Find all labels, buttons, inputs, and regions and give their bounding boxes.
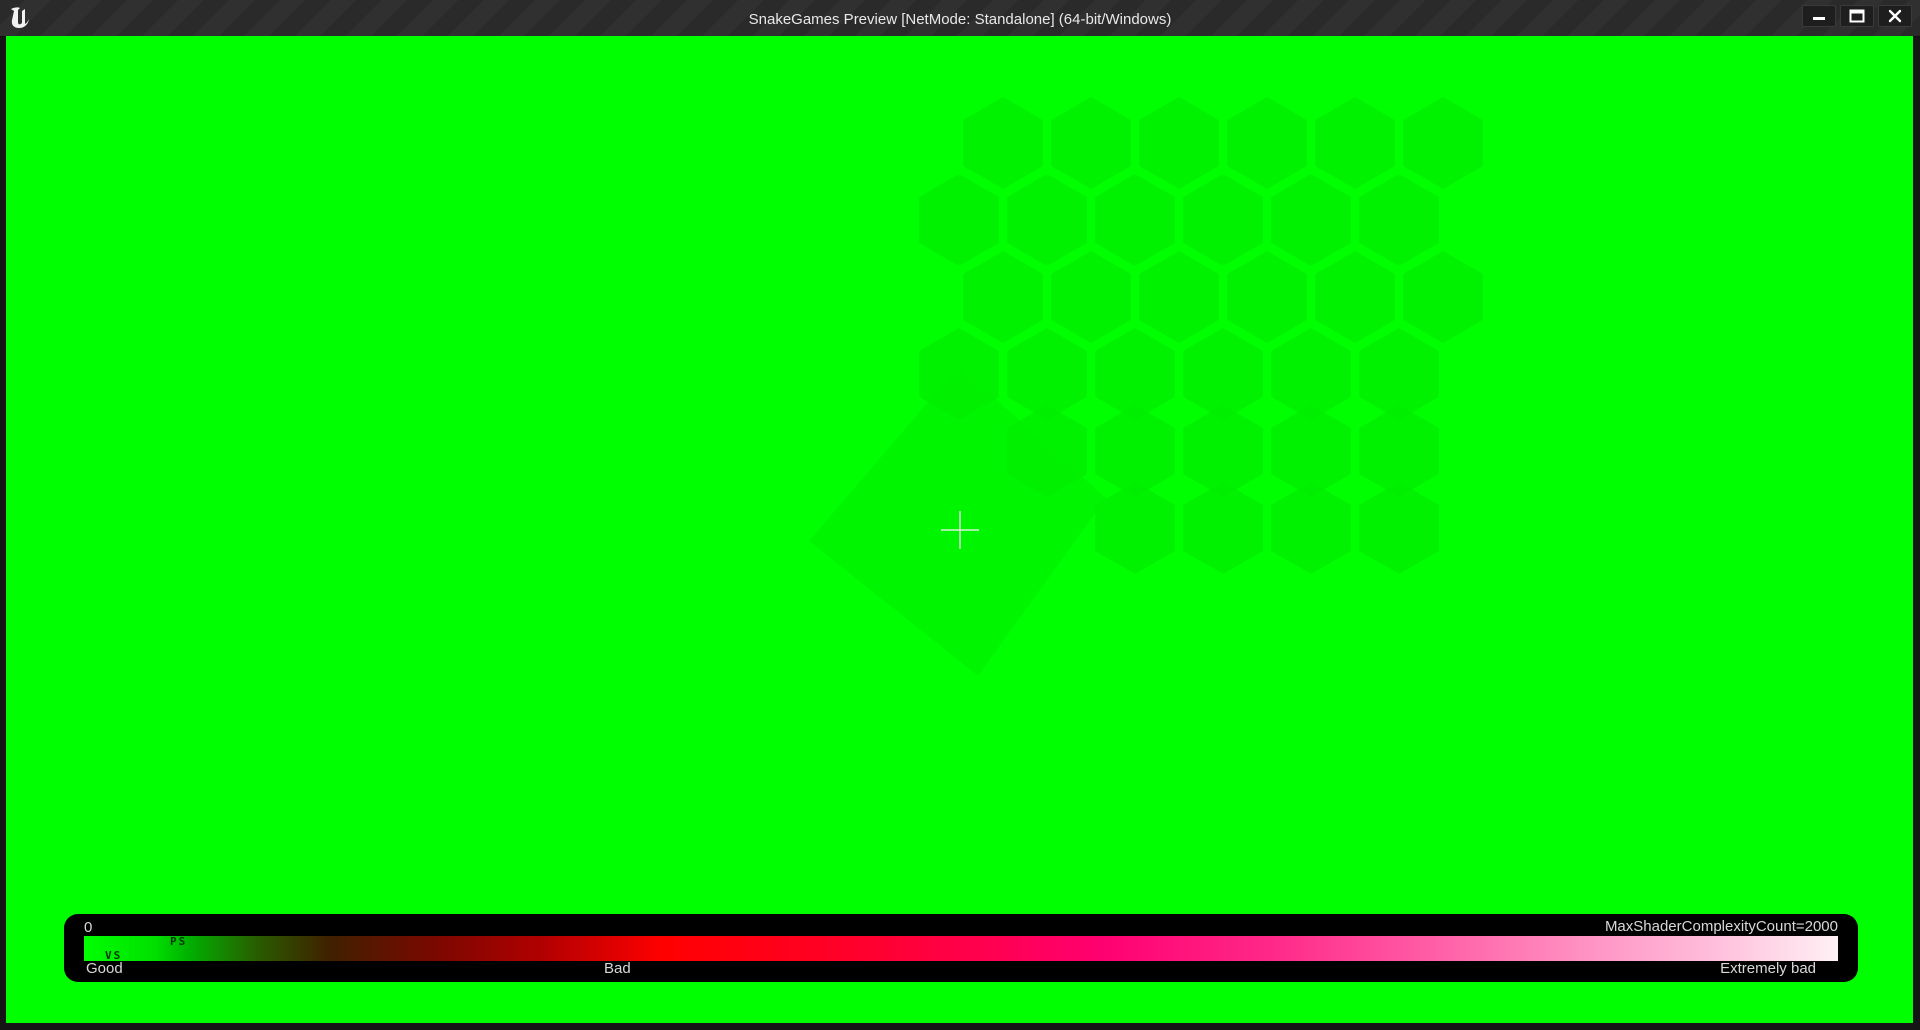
complexity-gradient-bar [84,936,1838,961]
maximize-icon [1849,9,1865,23]
hex-tile [1227,97,1307,189]
unreal-engine-logo-icon [11,7,29,29]
hex-tile [1403,251,1483,343]
legend-label-bad: Bad [604,960,631,977]
hex-tile [1271,482,1351,574]
crosshair-icon [941,511,979,549]
hex-tile [1051,251,1131,343]
hex-tile [1315,97,1395,189]
hex-tile [1051,97,1131,189]
hex-tile [963,97,1043,189]
hex-tile [1007,174,1087,266]
hex-tile [1095,482,1175,574]
hex-tile [1095,174,1175,266]
close-icon [1888,9,1902,23]
legend-min-value: 0 [84,919,93,936]
close-button[interactable] [1878,5,1912,27]
hex-tile [1359,482,1439,574]
hex-tile [1139,97,1219,189]
minimize-button[interactable] [1802,5,1836,27]
window-title: SnakeGames Preview [NetMode: Standalone]… [748,11,1172,28]
game-viewport[interactable]: 0 MaxShaderComplexityCount=2000 PS VS Go… [6,36,1913,1023]
legend-max-label: MaxShaderComplexityCount=2000 [1604,918,1838,935]
hex-tile [1139,251,1219,343]
game-preview-window: SnakeGames Preview [NetMode: Standalone]… [0,0,1920,1030]
legend-label-good: Good [86,960,123,977]
hex-tile [1227,251,1307,343]
hex-tile [1359,174,1439,266]
shader-complexity-legend: 0 MaxShaderComplexityCount=2000 PS VS Go… [64,914,1858,982]
hex-tile [919,174,999,266]
legend-label-extreme: Extremely bad [1720,960,1816,977]
title-bar[interactable]: SnakeGames Preview [NetMode: Standalone]… [0,0,1920,37]
maximize-button[interactable] [1840,5,1874,27]
hex-tile [1315,251,1395,343]
pixel-shader-marker: PS [170,935,188,948]
hex-tile [1271,174,1351,266]
hex-tile [1183,482,1263,574]
hex-tile [1183,174,1263,266]
hex-tile [963,251,1043,343]
hex-tile [1403,97,1483,189]
window-controls [1802,5,1912,27]
minimize-icon [1813,17,1825,20]
